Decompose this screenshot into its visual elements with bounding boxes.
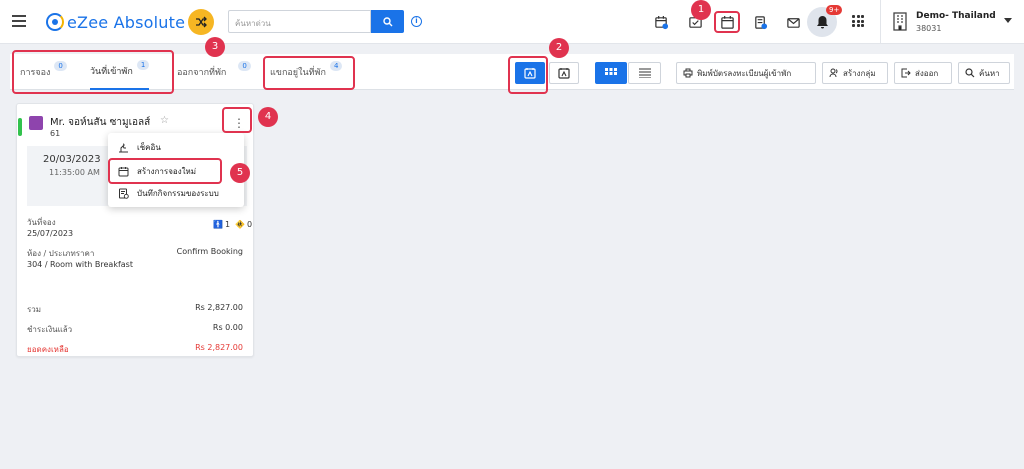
guest-name[interactable]: Mr. จอห์นสัน ซามูเอลส์ bbox=[50, 115, 150, 130]
calendar-checkout-icon bbox=[558, 68, 570, 79]
status-indicator bbox=[18, 118, 22, 136]
annotation-badge: 1 bbox=[691, 0, 711, 20]
tab-label: ออกจากที่พัก bbox=[177, 68, 227, 78]
list-view-button[interactable] bbox=[628, 62, 661, 84]
logo-text: eZee Absolute bbox=[67, 12, 186, 32]
balance-amount: Rs 2,827.00 bbox=[195, 343, 243, 352]
total-amount: Rs 2,827.00 bbox=[195, 303, 243, 312]
group-label: สร้างกลุ่ม bbox=[843, 68, 876, 78]
pax-count: 🚹 1 🚸 0 bbox=[213, 220, 252, 229]
search-icon bbox=[382, 16, 392, 26]
adult-icon: 🚹 bbox=[213, 220, 223, 229]
room-rate-label: ห้อง / ประเภทราคา bbox=[27, 249, 95, 258]
annotation-badge: 3 bbox=[205, 37, 225, 57]
children-count: 0 bbox=[247, 220, 253, 229]
checkin-icon bbox=[119, 143, 128, 152]
print-registration-card-button[interactable]: พิมพ์บัตรลงทะเบียนผู้เข้าพัก bbox=[676, 62, 816, 84]
paid-amount: Rs 0.00 bbox=[212, 323, 243, 332]
highlight-arrival-view bbox=[508, 56, 548, 94]
highlight-calendar-icon bbox=[714, 11, 740, 33]
grid-icon bbox=[605, 68, 617, 75]
arrival-time: 11:35:00 AM bbox=[49, 168, 100, 177]
search-label: ค้นหา bbox=[979, 68, 1000, 78]
menu-item-activity-log[interactable]: บันทึกกิจกรรมของระบบ bbox=[118, 185, 219, 201]
shuffle-icon bbox=[196, 16, 207, 28]
annotation-badge: 5 bbox=[230, 163, 250, 183]
arrival-date: 20/03/2023 bbox=[43, 154, 101, 165]
highlight-arrival-tabs bbox=[12, 50, 174, 94]
report-icon[interactable] bbox=[751, 13, 769, 31]
star-icon[interactable]: ☆ bbox=[160, 115, 169, 126]
hotel-name[interactable]: Demo- Thailand bbox=[916, 11, 996, 21]
info-icon[interactable]: i bbox=[411, 16, 422, 27]
header-divider bbox=[880, 0, 881, 44]
child-icon: 🚸 bbox=[235, 220, 246, 229]
shuffle-button[interactable] bbox=[188, 9, 214, 35]
logo-icon bbox=[46, 13, 64, 31]
bell-icon bbox=[816, 16, 828, 29]
search-icon bbox=[965, 68, 975, 78]
menu-item-check-in[interactable]: เช็คอิน bbox=[118, 139, 161, 155]
menu-item-label: บันทึกกิจกรรมของระบบ bbox=[137, 188, 219, 198]
chevron-down-icon[interactable] bbox=[1004, 18, 1012, 23]
tab-count: 0 bbox=[238, 61, 251, 71]
room-number: 61 bbox=[50, 129, 61, 138]
grid-view-button[interactable] bbox=[595, 62, 627, 84]
room-rate: 304 / Room with Breakfast bbox=[27, 260, 133, 269]
group-icon bbox=[829, 68, 838, 78]
print-icon bbox=[683, 68, 693, 78]
apps-icon[interactable] bbox=[852, 15, 864, 27]
create-group-button[interactable]: สร้างกลุ่ม bbox=[822, 62, 888, 84]
print-label: พิมพ์บัตรลงทะเบียนผู้เข้าพัก bbox=[697, 68, 792, 78]
mail-icon[interactable] bbox=[784, 13, 802, 31]
export-icon bbox=[901, 68, 911, 78]
highlight-in-house-tab bbox=[263, 56, 355, 90]
notification-badge: 9+ bbox=[826, 5, 843, 15]
annotation-badge: 2 bbox=[549, 38, 569, 58]
tab-departures[interactable]: ออกจากที่พัก 0 bbox=[177, 54, 251, 90]
booking-status: Confirm Booking bbox=[176, 247, 243, 256]
paid-label: ชำระเงินแล้ว bbox=[27, 325, 73, 334]
menu-item-label: เช็คอิน bbox=[137, 142, 161, 152]
highlight-more-options bbox=[222, 107, 252, 133]
booking-date-label: วันที่จอง bbox=[27, 218, 56, 227]
annotation-badge: 4 bbox=[258, 107, 278, 127]
search-button[interactable] bbox=[371, 10, 404, 33]
list-icon bbox=[638, 68, 651, 78]
hotel-code: 38031 bbox=[916, 24, 942, 33]
highlight-new-booking bbox=[108, 158, 222, 184]
menu-icon[interactable] bbox=[12, 15, 26, 27]
room-type-icon bbox=[29, 116, 43, 130]
calendar-add-icon[interactable] bbox=[652, 13, 670, 31]
log-icon bbox=[119, 188, 129, 199]
search-input[interactable]: ค้นหาด่วน bbox=[228, 10, 371, 33]
hotel-icon bbox=[893, 12, 907, 31]
export-button[interactable]: ส่งออก bbox=[894, 62, 952, 84]
export-label: ส่งออก bbox=[915, 68, 939, 78]
search-filter-button[interactable]: ค้นหา bbox=[958, 62, 1010, 84]
departure-view-button[interactable] bbox=[549, 62, 579, 84]
balance-label: ยอดคงเหลือ bbox=[27, 345, 69, 354]
total-label: รวม bbox=[27, 305, 42, 314]
booking-date: 25/07/2023 bbox=[27, 229, 74, 238]
top-bar: eZee Absolute ค้นหาด่วน i 9+ Demo- Thail… bbox=[0, 0, 1024, 44]
app-logo[interactable]: eZee Absolute bbox=[46, 11, 185, 33]
adults-count: 1 bbox=[224, 220, 231, 229]
